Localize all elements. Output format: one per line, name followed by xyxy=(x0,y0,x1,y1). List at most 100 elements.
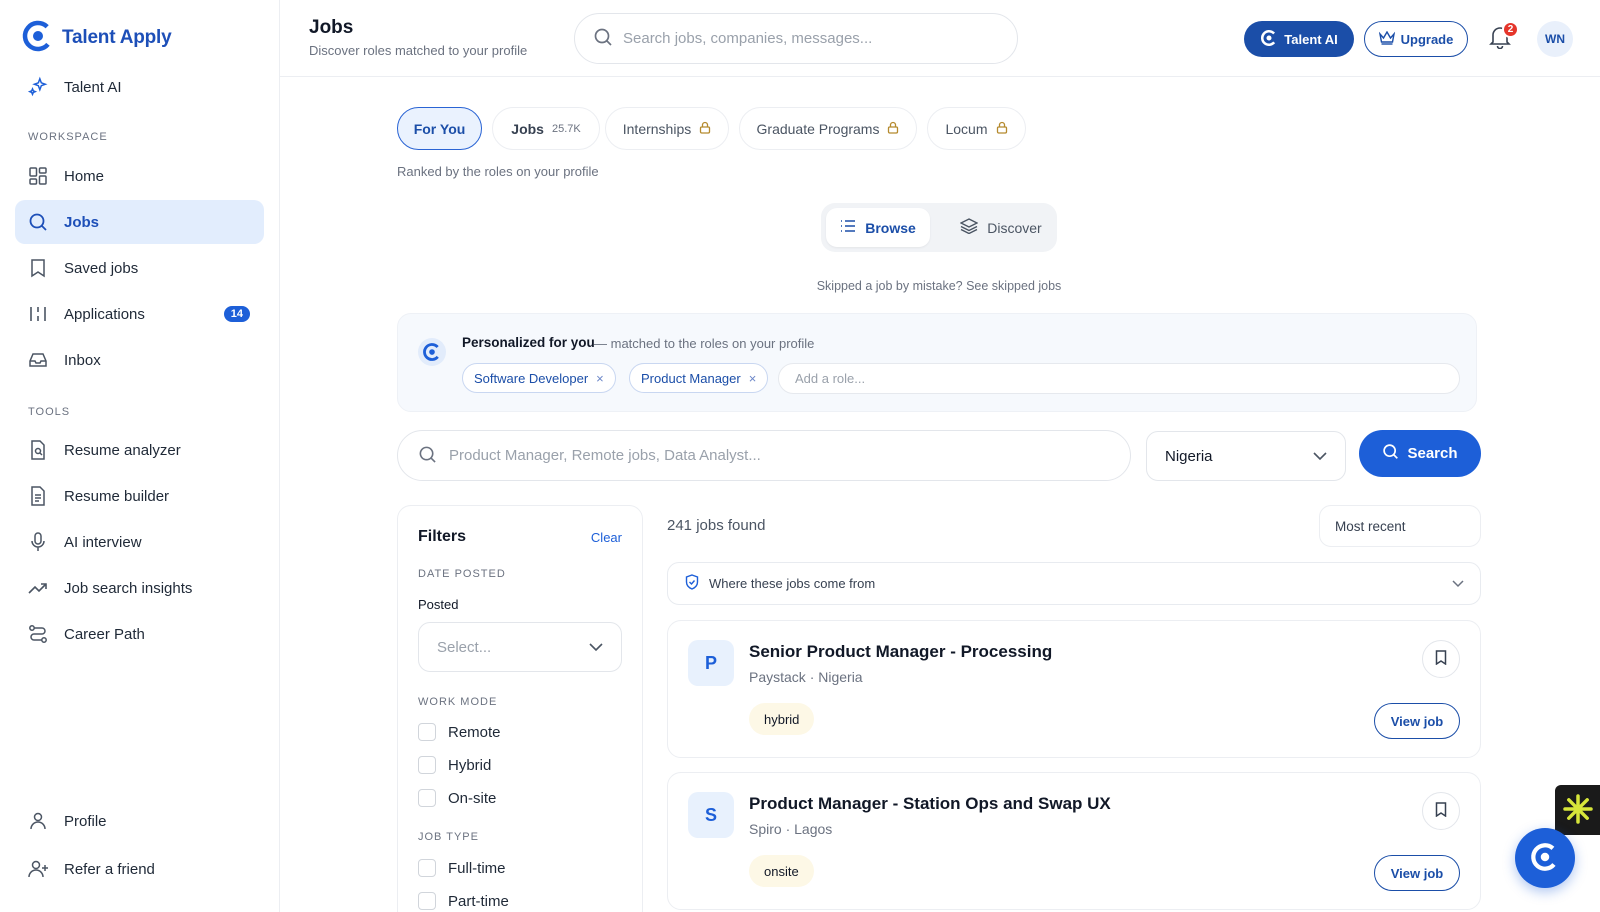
checkbox-box[interactable] xyxy=(418,723,436,741)
location-select[interactable]: Nigeria xyxy=(1146,431,1346,481)
sidebar-item-inbox[interactable]: Inbox xyxy=(15,338,264,382)
sidebar-item-label: AI interview xyxy=(64,533,142,551)
job-type-parttime-checkbox[interactable]: Part-time xyxy=(418,892,509,910)
global-search-input[interactable] xyxy=(623,30,1017,47)
filters-panel: Filters Clear DATE POSTED Posted Select.… xyxy=(397,505,643,912)
talent-ai-button[interactable]: Talent AI xyxy=(1244,21,1354,57)
discover-toggle-button[interactable]: Discover xyxy=(949,208,1053,247)
view-job-button[interactable]: View job xyxy=(1374,855,1460,891)
location-select-value: Nigeria xyxy=(1165,447,1213,465)
sort-select[interactable]: Most recent xyxy=(1319,505,1481,547)
document-icon xyxy=(27,485,49,507)
checkbox-box[interactable] xyxy=(418,789,436,807)
sidebar-item-talent-ai[interactable]: Talent AI xyxy=(15,65,264,109)
sidebar-item-label: Job search insights xyxy=(64,579,193,597)
search-icon xyxy=(27,211,49,233)
sidebar-item-career-path[interactable]: Career Path xyxy=(15,612,264,656)
trend-up-icon xyxy=(27,577,49,599)
talent-ai-chat-button[interactable] xyxy=(1515,828,1575,888)
tab-locum[interactable]: Locum xyxy=(927,107,1026,150)
remove-role-icon[interactable]: × xyxy=(749,371,757,386)
checkbox-box[interactable] xyxy=(418,892,436,910)
posted-select-value: Select... xyxy=(437,638,492,656)
talent-ai-chat-icon xyxy=(1528,840,1562,877)
brand[interactable]: Talent Apply xyxy=(22,20,172,55)
search-button[interactable]: Search xyxy=(1359,430,1481,477)
save-job-button[interactable] xyxy=(1422,640,1460,678)
posted-select[interactable]: Select... xyxy=(418,622,622,672)
job-search-input[interactable] xyxy=(449,447,1130,464)
tab-for-you[interactable]: For You xyxy=(397,107,482,150)
save-job-button[interactable] xyxy=(1422,792,1460,830)
sort-select-value: Most recent xyxy=(1335,518,1406,534)
talent-ai-button-label: Talent AI xyxy=(1284,31,1338,47)
work-mode-hybrid-checkbox[interactable]: Hybrid xyxy=(418,756,491,774)
view-job-button[interactable]: View job xyxy=(1374,703,1460,739)
work-mode-tag: onsite xyxy=(749,855,814,887)
sidebar-item-label: Profile xyxy=(64,812,107,830)
tab-jobs[interactable]: Jobs 25.7K xyxy=(492,107,600,150)
sidebar-item-job-search-insights[interactable]: Job search insights xyxy=(15,566,264,610)
sidebar-item-home[interactable]: Home xyxy=(15,154,264,198)
tab-graduate-programs[interactable]: Graduate Programs xyxy=(739,107,917,150)
sidebar-item-resume-builder[interactable]: Resume builder xyxy=(15,474,264,518)
sidebar-item-label: Resume analyzer xyxy=(64,441,181,459)
workspace-section-label: WORKSPACE xyxy=(28,131,108,143)
skipped-jobs-link[interactable]: Skipped a job by mistake? See skipped jo… xyxy=(776,279,1102,293)
checkbox-label: Full-time xyxy=(448,859,506,877)
add-role-input[interactable] xyxy=(795,371,1459,386)
sidebar-item-ai-interview[interactable]: AI interview xyxy=(15,520,264,564)
bookmark-icon xyxy=(1435,802,1447,820)
browse-toggle-button[interactable]: Browse xyxy=(826,208,930,247)
ranked-description: Ranked by the roles on your profile xyxy=(397,164,599,179)
sidebar-item-label: Talent AI xyxy=(64,78,122,96)
shield-check-icon xyxy=(685,574,699,593)
company-logo: P xyxy=(688,640,734,686)
sidebar-item-profile[interactable]: Profile xyxy=(15,799,264,843)
job-card[interactable]: P Senior Product Manager - Processing Pa… xyxy=(667,620,1481,758)
upgrade-button[interactable]: Upgrade xyxy=(1364,21,1468,57)
chevron-down-icon xyxy=(1452,576,1464,591)
job-card[interactable]: S Product Manager - Station Ops and Swap… xyxy=(667,772,1481,910)
clear-filters-button[interactable]: Clear xyxy=(591,530,622,545)
role-chip[interactable]: Software Developer × xyxy=(462,363,616,393)
top-header: Jobs Discover roles matched to your prof… xyxy=(280,0,1600,77)
brand-name: Talent Apply xyxy=(62,26,172,48)
job-meta: Paystack · Nigeria xyxy=(749,669,863,685)
lock-icon xyxy=(887,121,899,137)
global-search[interactable] xyxy=(574,13,1018,64)
job-title[interactable]: Product Manager - Station Ops and Swap U… xyxy=(749,794,1111,814)
sidebar-item-jobs[interactable]: Jobs xyxy=(15,200,264,244)
work-mode-label: WORK MODE xyxy=(418,696,498,708)
avatar[interactable]: WN xyxy=(1537,21,1573,57)
role-chip[interactable]: Product Manager × xyxy=(629,363,769,393)
posted-label: Posted xyxy=(418,597,459,612)
remove-role-icon[interactable]: × xyxy=(596,371,604,386)
checkbox-box[interactable] xyxy=(418,756,436,774)
talent-logo-icon xyxy=(418,338,446,366)
tab-internships[interactable]: Internships xyxy=(605,107,729,150)
sidebar-item-saved-jobs[interactable]: Saved jobs xyxy=(15,246,264,290)
work-mode-remote-checkbox[interactable]: Remote xyxy=(418,723,501,741)
job-sources-accordion[interactable]: Where these jobs come from xyxy=(667,562,1481,605)
sidebar-item-applications[interactable]: Applications 14 xyxy=(15,292,264,336)
sidebar-item-label: Inbox xyxy=(64,351,101,369)
feedback-widget[interactable] xyxy=(1555,785,1600,835)
sidebar-item-label: Refer a friend xyxy=(64,860,155,878)
job-search-field[interactable] xyxy=(397,430,1131,481)
talent-ai-logo-icon xyxy=(1260,29,1278,50)
chevron-down-icon xyxy=(1313,448,1327,465)
job-type-label: JOB TYPE xyxy=(418,831,479,843)
personalized-title: Personalized for you xyxy=(462,335,595,350)
add-role-field[interactable] xyxy=(778,363,1460,394)
tab-label: For You xyxy=(413,120,466,137)
sidebar-item-refer-a-friend[interactable]: Refer a friend xyxy=(15,847,264,891)
sidebar-item-resume-analyzer[interactable]: Resume analyzer xyxy=(15,428,264,472)
work-mode-onsite-checkbox[interactable]: On-site xyxy=(418,789,496,807)
user-plus-icon xyxy=(27,858,49,880)
checkbox-box[interactable] xyxy=(418,859,436,877)
job-type-fulltime-checkbox[interactable]: Full-time xyxy=(418,859,506,877)
job-title[interactable]: Senior Product Manager - Processing xyxy=(749,642,1052,662)
bookmark-icon xyxy=(27,257,49,279)
bookmark-icon xyxy=(1435,650,1447,668)
